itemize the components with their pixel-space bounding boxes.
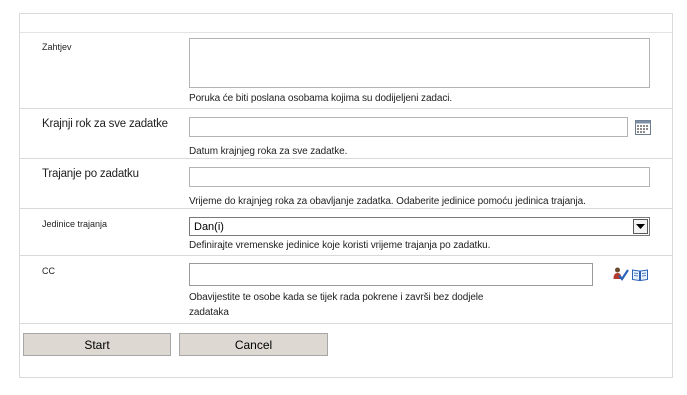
calendar-icon[interactable] — [635, 120, 651, 140]
duration-label: Trajanje po zadatku — [42, 168, 139, 180]
request-description: Poruka će biti poslana osobama kojima su… — [189, 93, 453, 104]
workflow-form: Zahtjev Poruka će biti poslana osobama k… — [19, 13, 673, 378]
cc-people-picker[interactable] — [189, 263, 593, 286]
cc-row: CC Obavijestite te osobe kada se tijek r… — [20, 256, 672, 324]
cc-description-line2: zadataka — [189, 307, 229, 318]
cc-label: CC — [42, 266, 55, 276]
duration-units-select[interactable]: Dan(i) — [189, 217, 650, 236]
request-label: Zahtjev — [42, 42, 72, 52]
duration-units-row: Jedinice trajanja Dan(i) Definirajte vre… — [20, 209, 672, 256]
due-date-description: Datum krajnjeg roka za sve zadatke. — [189, 146, 348, 157]
duration-units-label: Jedinice trajanja — [42, 219, 108, 229]
duration-description: Vrijeme do krajnjeg roka za obavljanje z… — [189, 196, 586, 207]
check-names-icon[interactable] — [613, 267, 629, 286]
due-date-label: Krajnji rok za sve zadatke — [42, 118, 168, 130]
duration-units-description: Definirajte vremenske jedinice koje kori… — [189, 240, 491, 251]
request-row: Zahtjev Poruka će biti poslana osobama k… — [20, 32, 672, 109]
cancel-button[interactable]: Cancel — [179, 333, 328, 356]
cc-description-line1: Obavijestite te osobe kada se tijek rada… — [189, 292, 484, 303]
duration-row: Trajanje po zadatku Vrijeme do krajnjeg … — [20, 159, 672, 209]
duration-units-selected: Dan(i) — [194, 221, 224, 233]
start-button[interactable]: Start — [23, 333, 171, 356]
form-header-band — [20, 14, 672, 33]
duration-input[interactable] — [189, 167, 650, 187]
address-book-icon[interactable] — [632, 268, 648, 286]
chevron-down-icon[interactable] — [633, 219, 648, 234]
due-date-row: Krajnji rok za sve zadatke Datum krajnje… — [20, 109, 672, 159]
request-textarea[interactable] — [189, 38, 650, 88]
due-date-input[interactable] — [189, 117, 628, 137]
